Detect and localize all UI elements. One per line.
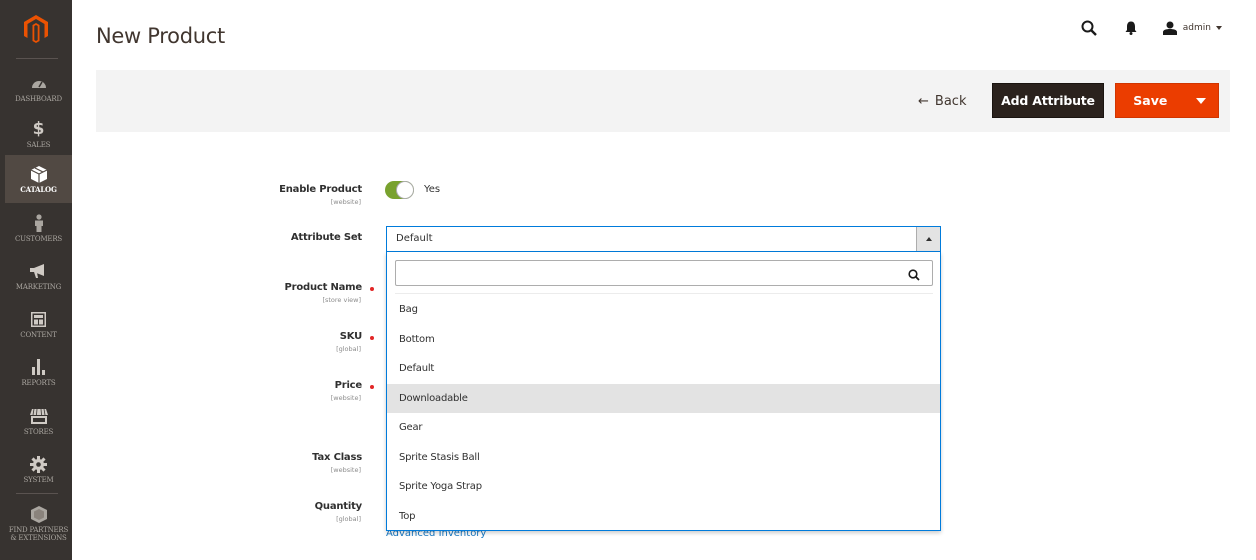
sidebar-divider	[16, 493, 58, 494]
admin-username: admin	[1182, 23, 1211, 33]
person-icon	[34, 213, 44, 233]
sidebar-item-label: Find Partners & Extensions	[8, 526, 69, 542]
dropdown-option[interactable]: Default	[387, 354, 940, 384]
save-options-toggle[interactable]	[1185, 84, 1218, 117]
magento-logo[interactable]	[0, 0, 72, 58]
back-label: Back	[934, 93, 967, 109]
sidebar-item-dashboard[interactable]: Dashboard	[5, 64, 72, 112]
layout-icon	[31, 309, 46, 329]
notifications-button[interactable]	[1125, 21, 1137, 35]
sidebar-item-marketing[interactable]: Marketing	[5, 252, 72, 300]
page-title: New Product	[96, 24, 225, 48]
enable-product-value: Yes	[424, 184, 441, 195]
sidebar-item-sales[interactable]: $ Sales	[5, 110, 72, 158]
product-name-label: Product Name	[284, 282, 362, 293]
product-name-scope: [store view]	[322, 296, 361, 304]
attribute-set-select[interactable]: Default	[386, 226, 941, 252]
toggle-knob	[396, 181, 414, 199]
sidebar-item-label: Customers	[14, 235, 62, 243]
sidebar-item-label: Stores	[23, 428, 54, 436]
sidebar-item-label: System	[23, 476, 54, 484]
attribute-set-dropdown: Bag Bottom Default Downloadable Gear Sprite S…	[386, 252, 941, 531]
admin-user-menu[interactable]: admin	[1162, 21, 1222, 35]
sidebar-item-content[interactable]: Content	[5, 300, 72, 348]
price-scope: [website]	[330, 394, 361, 402]
megaphone-icon	[29, 261, 48, 281]
enable-product-scope: [website]	[330, 198, 361, 206]
sidebar-item-stores[interactable]: Stores	[5, 397, 72, 445]
sku-scope: [global]	[336, 345, 361, 353]
magento-logo-icon	[24, 15, 48, 43]
required-indicator	[370, 385, 374, 389]
global-search-button[interactable]	[1081, 20, 1097, 36]
save-button[interactable]: Save	[1115, 83, 1219, 118]
chevron-down-icon	[1216, 26, 1222, 30]
dropdown-option[interactable]: Sprite Stasis Ball	[387, 443, 940, 473]
sku-label: SKU	[339, 331, 362, 342]
sidebar-item-system[interactable]: System	[5, 445, 72, 493]
caret-down-icon	[1196, 97, 1207, 104]
dropdown-option[interactable]: Bag	[387, 295, 940, 325]
tax-class-scope: [website]	[330, 466, 361, 474]
quantity-label: Quantity	[314, 501, 363, 512]
arrow-left-icon: ←	[918, 93, 929, 109]
sidebar-divider	[16, 58, 58, 59]
attribute-set-value: Default	[396, 233, 433, 244]
tax-class-label: Tax Class	[312, 452, 362, 463]
dropdown-option[interactable]: Bottom	[387, 325, 940, 355]
caret-up-icon	[925, 237, 932, 241]
back-button[interactable]: ← Back	[918, 90, 966, 112]
cube-icon	[30, 164, 47, 184]
gear-icon	[30, 454, 47, 474]
sidebar-item-label: Dashboard	[15, 95, 62, 103]
dashboard-icon	[31, 73, 47, 93]
dropdown-options: Bag Bottom Default Downloadable Gear Sprite S…	[387, 295, 940, 531]
sidebar-item-label: Marketing	[15, 283, 62, 291]
search-icon	[1081, 20, 1097, 36]
admin-sidebar: Dashboard $ Sales Catalog Customers Mark…	[0, 0, 72, 560]
save-label: Save	[1133, 93, 1168, 108]
user-icon	[1162, 21, 1177, 35]
required-indicator	[370, 287, 374, 291]
sidebar-item-label: Content	[20, 331, 57, 339]
select-toggle[interactable]	[916, 227, 940, 251]
dropdown-option[interactable]: Top	[387, 502, 940, 532]
quantity-scope: [global]	[336, 515, 361, 523]
storefront-icon	[29, 406, 48, 426]
sidebar-item-customers[interactable]: Customers	[5, 204, 72, 252]
dollar-icon: $	[32, 119, 45, 139]
header-actions: admin	[1081, 20, 1222, 36]
required-indicator	[370, 336, 374, 340]
add-attribute-button[interactable]: Add Attribute	[992, 83, 1104, 118]
dropdown-divider	[395, 293, 933, 294]
price-label: Price	[334, 380, 363, 391]
sidebar-item-label: Reports	[21, 379, 56, 387]
sidebar-item-label: Sales	[26, 141, 51, 149]
sidebar-item-reports[interactable]: Reports	[5, 348, 72, 396]
dropdown-option[interactable]: Sprite Yoga Strap	[387, 472, 940, 502]
dropdown-search	[395, 260, 933, 286]
sidebar-item-label: Catalog	[20, 185, 57, 194]
enable-product-label: Enable Product	[279, 184, 362, 195]
bar-chart-icon	[31, 357, 47, 377]
sidebar-item-find-partners[interactable]: Find Partners & Extensions	[5, 498, 72, 548]
enable-product-toggle[interactable]	[385, 181, 414, 199]
hexagon-cube-icon	[30, 504, 47, 524]
bell-icon	[1125, 21, 1137, 35]
attribute-set-label: Attribute Set	[290, 232, 362, 243]
dropdown-search-input[interactable]	[396, 261, 896, 285]
search-icon[interactable]	[908, 266, 920, 285]
dropdown-option[interactable]: Gear	[387, 413, 940, 443]
sidebar-item-catalog[interactable]: Catalog	[5, 155, 72, 203]
dropdown-option[interactable]: Downloadable	[387, 383, 940, 413]
